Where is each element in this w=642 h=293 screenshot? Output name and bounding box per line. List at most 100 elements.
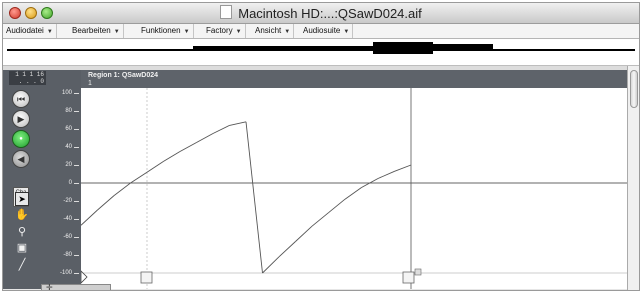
zoom-tool[interactable]: ⚲ <box>15 225 29 239</box>
waveform-segment <box>344 187 362 200</box>
hand-tool[interactable]: ✋ <box>15 208 29 222</box>
marker-handle[interactable] <box>140 271 153 284</box>
region-header[interactable]: Region 1: QSawD024 1 <box>81 70 627 88</box>
waveform-segment <box>295 225 313 242</box>
y-tick-label: 60 <box>65 126 72 132</box>
waveform-segment <box>196 133 214 143</box>
waveform-segment <box>81 209 98 226</box>
menu-audiosuite[interactable]: Audiosuite ▼ <box>300 24 354 38</box>
y-tick-mark <box>74 237 79 238</box>
speaker-icon: ◀ <box>17 154 25 164</box>
menu-bearbeiten[interactable]: Bearbeiten ▼ <box>69 24 124 38</box>
pencil-tool[interactable]: ╱ <box>15 258 29 272</box>
y-tick-label: -100 <box>59 270 72 276</box>
y-tick-label: 0 <box>68 180 72 186</box>
tool-panel: ⏮ ▶ ● ◀ Cha 1 ➤ ✋ ⚲ ▣ ╱ <box>3 88 41 289</box>
move-icon[interactable]: ✛ <box>46 283 53 290</box>
chevron-down-icon: ▼ <box>183 29 190 35</box>
speaker-button[interactable]: ◀ <box>12 150 30 168</box>
menu-factory[interactable]: Factory ▼ <box>203 24 246 38</box>
waveform-segment <box>97 195 115 211</box>
y-tick-mark <box>74 219 79 220</box>
menu-label: Funktionen <box>141 26 181 35</box>
menu-audiodatei[interactable]: Audiodatei ▼ <box>3 24 57 38</box>
play-icon: ▶ <box>17 114 25 124</box>
record-button[interactable]: ● <box>12 130 30 148</box>
title-bar[interactable]: Macintosh HD:...:QSawD024.aif <box>3 3 639 24</box>
y-tick-label: 40 <box>65 144 72 150</box>
waveform-segment <box>262 256 280 274</box>
amplitude-axis: 100 80 60 40 20 0 -20 -40 -60 -80 -100 <box>41 88 81 289</box>
menu-ansicht[interactable]: Ansicht ▼ <box>252 24 295 38</box>
eraser-tool[interactable]: ▣ <box>15 241 29 255</box>
position-display: 1 1 1 16 . . . 0 <box>9 71 46 85</box>
document-icon <box>220 5 233 19</box>
chevron-down-icon: ▼ <box>343 29 350 35</box>
go-to-start-icon: ⏮ <box>16 94 26 104</box>
magnifier-icon: ⚲ <box>17 226 27 238</box>
y-tick-label: 80 <box>65 108 72 114</box>
menu-label: Audiodatei <box>6 26 44 35</box>
waveform-segment <box>245 121 263 274</box>
region-number: 1 <box>88 80 92 87</box>
waveform-editor: 1 1 1 16 . . . 0 Region 1: QSawD024 1 ⏮ … <box>3 70 627 290</box>
y-tick-label: -80 <box>63 252 72 258</box>
waveform-segment <box>146 161 164 173</box>
menu-label: Ansicht <box>255 26 282 35</box>
go-to-start-button[interactable]: ⏮ <box>12 90 30 108</box>
overview-segment <box>193 46 373 50</box>
waveform-segment <box>212 124 230 134</box>
y-tick-label: 100 <box>61 90 72 96</box>
waveform-overview[interactable] <box>3 39 639 66</box>
marker-handle[interactable] <box>402 271 415 284</box>
audio-editor-window: Macintosh HD:...:QSawD024.aif Audiodatei… <box>2 2 640 291</box>
waveform-segment <box>377 170 395 179</box>
chevron-down-icon: ▼ <box>235 29 242 35</box>
waveform-series <box>81 121 412 274</box>
waveform-segment <box>229 121 247 126</box>
overview-visible-range[interactable] <box>373 42 433 54</box>
waveform-segment <box>130 171 148 184</box>
y-tick-mark <box>74 201 79 202</box>
waveform-segment <box>311 212 329 227</box>
y-tick-mark <box>74 183 79 184</box>
menu-label: Factory <box>206 26 233 35</box>
hand-icon: ✋ <box>15 209 29 221</box>
waveform-svg <box>81 88 627 289</box>
window-title-area: Macintosh HD:...:QSawD024.aif <box>3 5 639 21</box>
y-tick-label: -40 <box>63 216 72 222</box>
status-bar: ✛ <box>41 283 111 290</box>
y-tick-label: -60 <box>63 234 72 240</box>
y-tick-label: -20 <box>63 198 72 204</box>
menu-label: Audiosuite <box>303 26 341 35</box>
waveform-segment <box>328 198 346 214</box>
position-bars: 1 1 1 16 <box>15 71 44 78</box>
pointer-icon: ➤ <box>18 194 26 204</box>
vertical-scrollbar[interactable] <box>627 66 639 290</box>
pencil-icon: ╱ <box>18 259 26 271</box>
pointer-tool[interactable]: ➤ <box>15 192 29 206</box>
y-tick-mark <box>74 273 79 274</box>
scrollbar-thumb[interactable] <box>630 70 638 108</box>
local-menu-bar: Audiodatei ▼ Bearbeiten ▼ Funktionen ▼ Fact… <box>3 24 639 39</box>
y-tick-mark <box>74 111 79 112</box>
waveform-segment <box>278 241 296 258</box>
chevron-down-icon: ▼ <box>113 29 120 35</box>
menu-funktionen[interactable]: Funktionen ▼ <box>138 24 194 38</box>
chevron-down-icon: ▼ <box>46 29 53 35</box>
y-tick-mark <box>74 255 79 256</box>
loop-end-handle[interactable] <box>414 268 422 276</box>
record-icon: ● <box>19 136 23 142</box>
waveform-segment <box>179 142 197 152</box>
position-ticks: . . . 0 <box>18 78 44 85</box>
menu-label: Bearbeiten <box>72 26 111 35</box>
eraser-icon: ▣ <box>16 242 28 254</box>
waveform-segment <box>113 182 131 196</box>
waveform-segment <box>163 151 181 162</box>
y-tick-mark <box>74 129 79 130</box>
y-tick-mark <box>74 147 79 148</box>
overview-segment <box>433 44 493 49</box>
waveform-plot[interactable] <box>81 88 627 289</box>
y-tick-mark <box>74 165 79 166</box>
play-button[interactable]: ▶ <box>12 110 30 128</box>
